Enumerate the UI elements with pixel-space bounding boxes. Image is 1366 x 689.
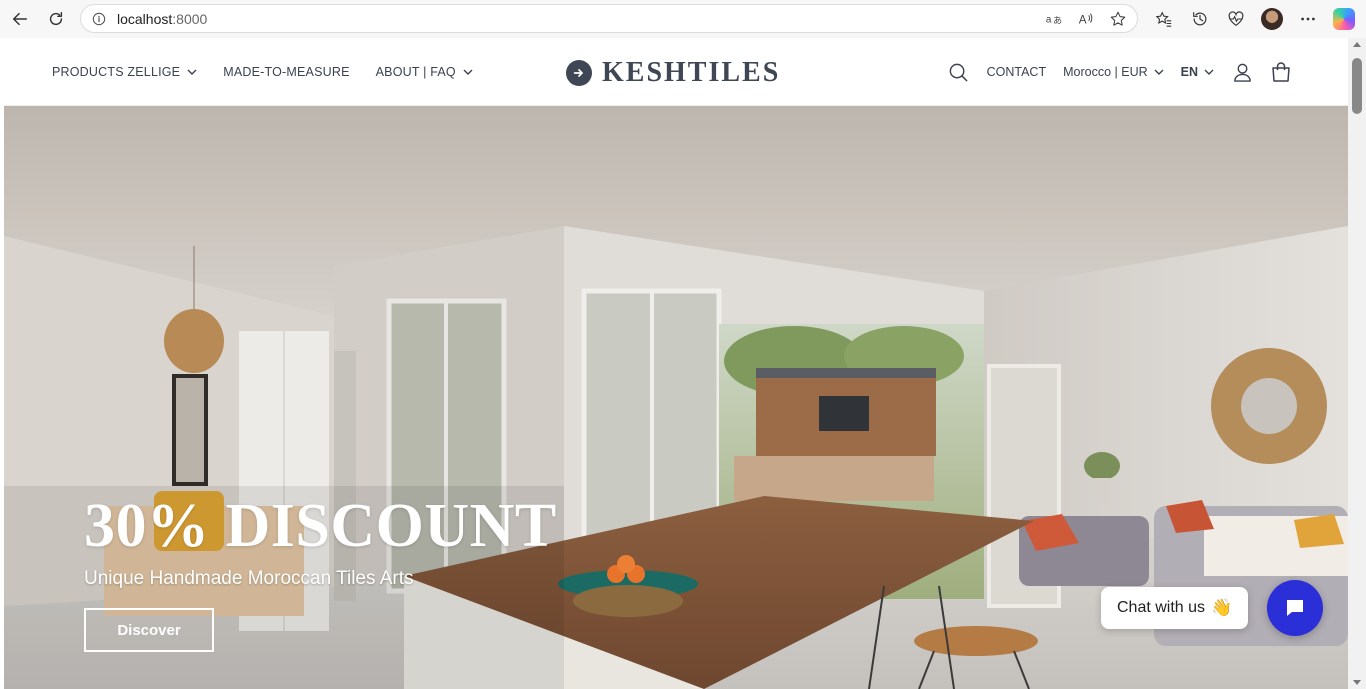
health-icon[interactable] <box>1220 3 1252 35</box>
page-scrollbar[interactable] <box>1348 38 1366 689</box>
chevron-down-icon <box>1204 69 1214 75</box>
contact-link[interactable]: CONTACT <box>987 65 1047 79</box>
profile-avatar[interactable] <box>1256 3 1288 35</box>
hero-content: 30% DISCOUNT Unique Handmade Moroccan Ti… <box>84 494 557 652</box>
refresh-icon <box>49 11 63 26</box>
browser-toolbar: localhost:8000 aあ A <box>0 0 1366 38</box>
svg-text:a: a <box>1046 15 1052 26</box>
history-icon[interactable] <box>1184 3 1216 35</box>
chevron-down-icon <box>1154 69 1164 75</box>
region-selector[interactable]: Morocco | EUR <box>1063 65 1164 79</box>
hero-banner: 30% DISCOUNT Unique Handmade Moroccan Ti… <box>4 106 1348 689</box>
back-button[interactable] <box>4 3 36 35</box>
chat-bubble[interactable]: Chat with us 👋 <box>1101 587 1249 629</box>
site-logo[interactable]: KESHTILES <box>566 57 780 89</box>
main-nav: PRODUCTS ZELLIGE MADE-TO-MEASURE ABOUT |… <box>52 38 473 106</box>
site-header: PRODUCTS ZELLIGE MADE-TO-MEASURE ABOUT |… <box>4 38 1348 106</box>
discover-button[interactable]: Discover <box>84 608 214 652</box>
logo-arrow-icon <box>566 60 592 86</box>
info-icon[interactable] <box>91 11 107 27</box>
hero-subtitle: Unique Handmade Moroccan Tiles Arts <box>84 568 414 589</box>
chat-icon <box>1287 600 1303 616</box>
search-icon[interactable] <box>948 61 970 83</box>
scrollbar-thumb[interactable] <box>1352 58 1362 114</box>
account-icon[interactable] <box>1231 61 1253 83</box>
more-icon[interactable] <box>1292 3 1324 35</box>
chevron-down-icon <box>463 69 473 75</box>
cart-icon[interactable] <box>1270 61 1292 83</box>
logo-text: KESHTILES <box>602 57 781 88</box>
read-aloud-icon[interactable]: A <box>1075 8 1097 30</box>
favorites-icon[interactable] <box>1148 3 1180 35</box>
web-page: PRODUCTS ZELLIGE MADE-TO-MEASURE ABOUT |… <box>4 38 1348 689</box>
nav-products-zellige[interactable]: PRODUCTS ZELLIGE <box>52 65 197 79</box>
nav-made-to-measure[interactable]: MADE-TO-MEASURE <box>223 65 349 79</box>
svg-text:A: A <box>1079 14 1087 27</box>
waving-hand-icon: 👋 <box>1211 598 1233 617</box>
translate-icon[interactable]: aあ <box>1043 8 1065 30</box>
scroll-down-icon[interactable] <box>1353 680 1361 685</box>
nav-about-faq[interactable]: ABOUT | FAQ <box>376 65 473 79</box>
chat-open-button[interactable] <box>1267 580 1323 636</box>
url-text[interactable]: localhost:8000 <box>117 11 207 27</box>
address-bar[interactable]: localhost:8000 aあ A <box>80 4 1138 33</box>
copilot-icon[interactable] <box>1328 3 1360 35</box>
arrow-left-icon <box>12 12 28 26</box>
chevron-down-icon <box>187 69 197 75</box>
svg-text:あ: あ <box>1053 16 1062 26</box>
hero-title: 30% DISCOUNT <box>84 492 557 560</box>
star-icon[interactable] <box>1107 8 1129 30</box>
language-selector[interactable]: EN <box>1181 65 1214 79</box>
scroll-up-icon[interactable] <box>1353 42 1361 47</box>
header-actions: CONTACT Morocco | EUR EN <box>948 38 1292 106</box>
refresh-button[interactable] <box>40 3 72 35</box>
